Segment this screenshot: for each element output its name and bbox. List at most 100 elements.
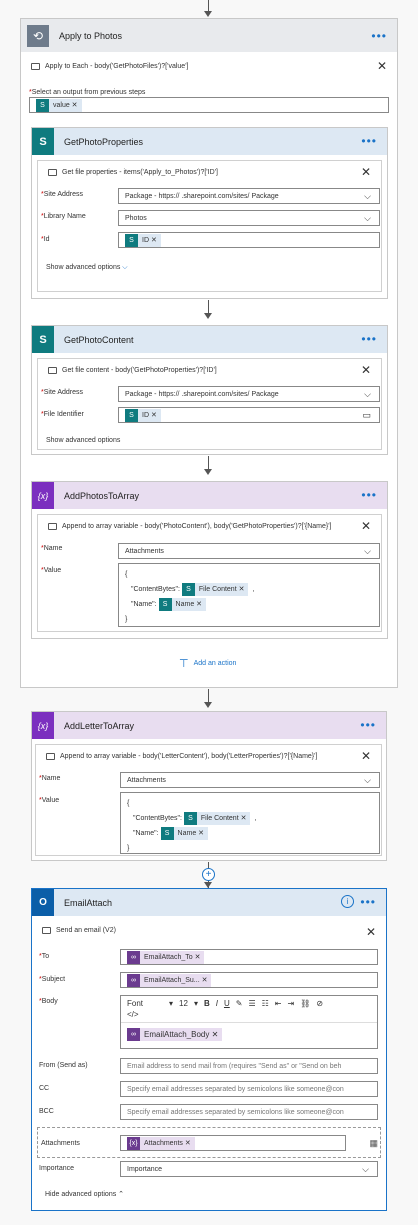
- attachments-token[interactable]: {x} Attachments ✕: [127, 1136, 195, 1150]
- caret-down-icon[interactable]: ▾: [169, 999, 173, 1008]
- hide-advanced-options[interactable]: Hide advanced options ⌃: [45, 1190, 124, 1198]
- close-icon[interactable]: ✕: [377, 59, 387, 73]
- switch-input-icon[interactable]: ▦: [369, 1138, 378, 1149]
- underline-icon[interactable]: U: [224, 999, 230, 1008]
- email-subject-token[interactable]: ∞ EmailAttach_Su... ✕: [127, 973, 212, 987]
- name-field[interactable]: Attachments ⌵: [120, 772, 380, 788]
- cc-field[interactable]: Specify email addresses separated by sem…: [120, 1081, 378, 1097]
- brace-open: {: [127, 800, 130, 807]
- id-token[interactable]: S ID ✕: [125, 233, 161, 247]
- card-header[interactable]: {x} AddLetterToArray: [32, 712, 386, 739]
- code-view-icon[interactable]: </>: [121, 1010, 377, 1022]
- more-options-icon[interactable]: •••: [371, 29, 387, 43]
- bullet-list-icon[interactable]: ☰: [248, 999, 255, 1008]
- value-editor[interactable]: { "ContentBytes": S File Content ✕, "Name…: [118, 563, 380, 627]
- name-field[interactable]: Attachments ⌵: [118, 543, 380, 559]
- info-icon[interactable]: i: [341, 895, 354, 908]
- variable-icon: ∞: [127, 973, 140, 987]
- indent-icon[interactable]: ⇥: [288, 999, 295, 1008]
- variable-icon: {x}: [32, 712, 54, 739]
- highlight-icon[interactable]: ✎: [236, 999, 243, 1008]
- card-body: Append to array variable - body('PhotoCo…: [37, 514, 382, 632]
- email-body-token[interactable]: ∞ EmailAttach_Body ✕: [127, 1028, 223, 1041]
- italic-icon[interactable]: I: [216, 999, 218, 1008]
- comment-icon: [46, 753, 55, 760]
- from-field[interactable]: Email address to send mail from (require…: [120, 1058, 378, 1074]
- action-description: Get file content - body('GetPhotoPropert…: [48, 367, 217, 374]
- chevron-down-icon: ⌵: [364, 212, 371, 223]
- name-token[interactable]: S Name ✕: [158, 598, 207, 611]
- id-field[interactable]: S ID ✕: [118, 232, 380, 248]
- insert-step-icon[interactable]: +: [202, 868, 215, 881]
- file-content-token[interactable]: S File Content ✕: [181, 583, 249, 596]
- action-description: Append to array variable - body('LetterC…: [46, 753, 317, 760]
- brace-close: }: [125, 616, 128, 623]
- body-content[interactable]: ∞ EmailAttach_Body ✕: [121, 1022, 377, 1046]
- to-field[interactable]: ∞ EmailAttach_To ✕: [120, 949, 378, 965]
- comment-icon: [48, 169, 57, 176]
- arrow-down-icon: [204, 469, 212, 475]
- apply-to-photos-header[interactable]: ⟲ Apply to Photos: [21, 19, 397, 52]
- font-size-selector[interactable]: 12: [179, 999, 188, 1008]
- caret-down-icon[interactable]: ▾: [194, 999, 198, 1008]
- more-options-icon[interactable]: •••: [361, 488, 377, 502]
- close-icon[interactable]: ✕: [361, 749, 371, 763]
- site-address-field[interactable]: Package - https:// .sharepoint.com/sites…: [118, 188, 380, 204]
- bcc-field[interactable]: Specify email addresses separated by sem…: [120, 1104, 378, 1120]
- value-token[interactable]: Svalue ✕: [36, 98, 82, 112]
- add-action-button[interactable]: ⊤ Add an action: [179, 657, 236, 670]
- body-toolbar: Font ▾ 12 ▾ B I U ✎ ☰ ☷ ⇤ ⇥ ⛓ ⊘: [121, 996, 377, 1010]
- card-header[interactable]: S GetPhotoContent: [32, 326, 387, 353]
- outdent-icon[interactable]: ⇤: [275, 999, 282, 1008]
- comment-icon: [48, 367, 57, 374]
- site-address-field[interactable]: Package - https:// .sharepoint.com/sites…: [118, 386, 380, 402]
- show-advanced-options[interactable]: Show advanced options ⌵: [46, 264, 128, 272]
- subject-label: *Subject: [39, 976, 66, 983]
- card-title: GetPhotoContent: [64, 334, 134, 345]
- more-options-icon[interactable]: •••: [360, 895, 376, 909]
- attachments-group: Attachments {x} Attachments ✕ ▦: [37, 1127, 381, 1158]
- from-label: From (Send as): [39, 1062, 88, 1069]
- link-icon[interactable]: ⛓: [300, 999, 310, 1008]
- card-header[interactable]: {x} AddPhotosToArray: [32, 482, 387, 509]
- more-options-icon[interactable]: •••: [361, 134, 377, 148]
- attachments-field[interactable]: {x} Attachments ✕: [120, 1135, 346, 1151]
- value-editor[interactable]: { "ContentBytes": S File Content ✕, "Name…: [120, 792, 380, 854]
- file-content-token[interactable]: S File Content ✕: [183, 812, 251, 825]
- chevron-up-icon: ⌃: [118, 1191, 125, 1198]
- id-token[interactable]: S ID ✕: [125, 408, 161, 422]
- bold-icon[interactable]: B: [204, 999, 210, 1008]
- close-icon[interactable]: ✕: [361, 519, 371, 533]
- numbered-list-icon[interactable]: ☷: [262, 999, 269, 1008]
- body-editor[interactable]: Font ▾ 12 ▾ B I U ✎ ☰ ☷ ⇤ ⇥ ⛓ ⊘ </> ∞ Ema…: [120, 995, 378, 1049]
- close-icon[interactable]: ✕: [361, 363, 371, 377]
- show-advanced-options[interactable]: Show advanced options: [46, 437, 120, 444]
- card-header[interactable]: S GetPhotoProperties: [32, 128, 387, 155]
- id-label: *Id: [41, 236, 50, 243]
- unlink-icon[interactable]: ⊘: [316, 999, 323, 1008]
- chevron-down-icon: ⌵: [122, 264, 128, 271]
- sharepoint-icon: S: [32, 128, 54, 155]
- font-selector[interactable]: Font: [127, 999, 143, 1008]
- close-icon[interactable]: ✕: [361, 165, 371, 179]
- action-description: Append to array variable - body('PhotoCo…: [48, 523, 332, 530]
- sharepoint-icon: S: [36, 98, 49, 112]
- more-options-icon[interactable]: •••: [361, 332, 377, 346]
- library-name-field[interactable]: Photos ⌵: [118, 210, 380, 226]
- close-icon[interactable]: ✕: [366, 925, 376, 939]
- file-identifier-field[interactable]: S ID ✕ ▭: [118, 407, 380, 423]
- attachments-label: Attachments: [41, 1140, 80, 1147]
- name-token[interactable]: S Name ✕: [160, 827, 209, 840]
- brace-close: }: [127, 845, 130, 852]
- importance-field[interactable]: Importance ⌵: [120, 1161, 378, 1177]
- subject-field[interactable]: ∞ EmailAttach_Su... ✕: [120, 972, 378, 988]
- chevron-down-icon: ⌵: [364, 774, 371, 785]
- select-output-label: *Select an output from previous steps: [29, 89, 146, 96]
- get-photo-properties-card: S GetPhotoProperties ••• Get file proper…: [31, 127, 388, 299]
- connector-line: [208, 689, 209, 703]
- more-options-icon[interactable]: •••: [360, 718, 376, 732]
- email-to-token[interactable]: ∞ EmailAttach_To ✕: [127, 950, 205, 964]
- card-header[interactable]: O EmailAttach: [32, 889, 386, 916]
- folder-icon[interactable]: ▭: [362, 410, 371, 421]
- select-output-field[interactable]: Svalue ✕: [29, 97, 389, 113]
